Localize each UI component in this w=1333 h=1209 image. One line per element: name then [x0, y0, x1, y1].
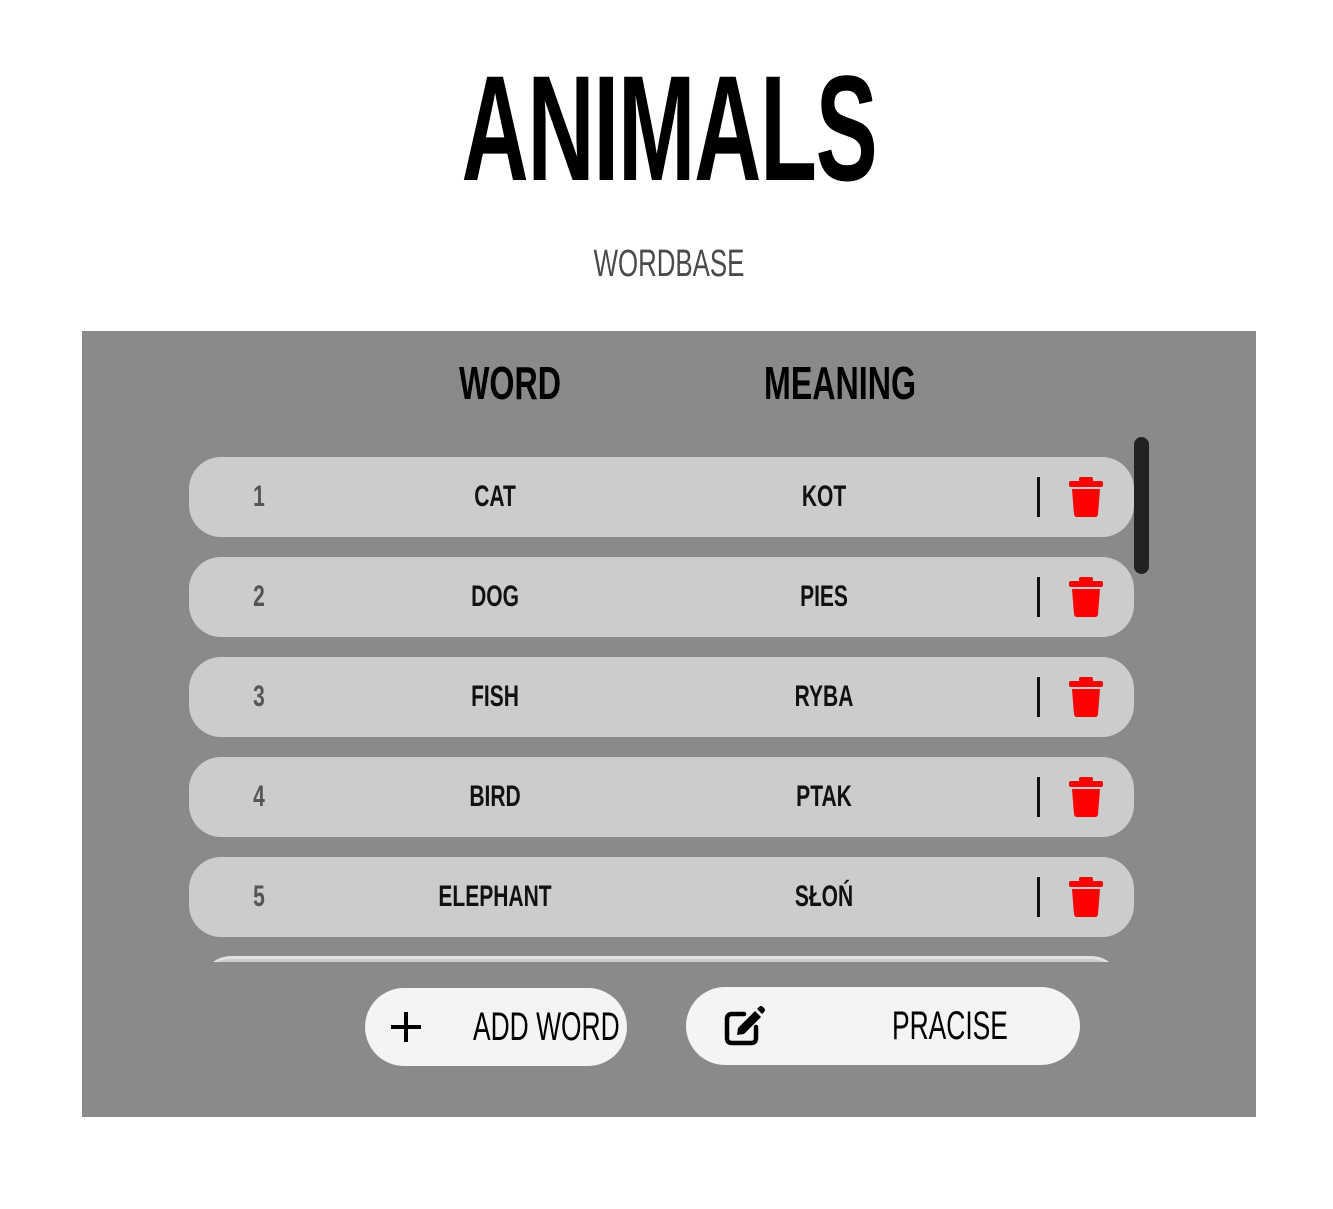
trash-icon[interactable]: [1069, 877, 1103, 917]
add-word-label: ADD WORD: [473, 1005, 620, 1049]
word-list[interactable]: 1 CAT KOT 2 DOG PIES 3 FISH RYBA 4 BIRD …: [189, 457, 1134, 962]
row-word: ELEPHANT: [438, 880, 552, 913]
list-scrollbar[interactable]: [1134, 437, 1149, 574]
practise-button[interactable]: PRACISE: [686, 987, 1080, 1065]
row-number: 5: [253, 880, 265, 913]
practise-label: PRACISE: [892, 1004, 1008, 1048]
list-item[interactable]: 2 DOG PIES: [189, 557, 1134, 637]
page-title: ANIMALS: [461, 44, 878, 212]
list-item[interactable]: 5 ELEPHANT SŁOŃ: [189, 857, 1134, 937]
row-divider: [1037, 677, 1040, 717]
row-meaning: PIES: [800, 580, 848, 613]
row-divider: [1037, 777, 1040, 817]
list-item[interactable]: 3 FISH RYBA: [189, 657, 1134, 737]
row-number: 4: [253, 780, 265, 813]
trash-icon[interactable]: [1069, 677, 1103, 717]
row-meaning: PTAK: [796, 780, 852, 813]
edit-icon: [724, 1006, 765, 1046]
row-word: DOG: [471, 580, 519, 613]
trash-icon[interactable]: [1069, 477, 1103, 517]
row-divider: [1037, 477, 1040, 517]
list-item[interactable]: 4 BIRD PTAK: [189, 757, 1134, 837]
row-divider: [1037, 577, 1040, 617]
row-number: 2: [253, 580, 265, 613]
row-meaning: KOT: [801, 480, 847, 513]
add-word-button[interactable]: ADD WORD: [365, 988, 627, 1066]
row-divider: [1037, 877, 1040, 917]
plus-icon: [391, 1012, 421, 1042]
row-word: BIRD: [469, 780, 521, 813]
app-page: ANIMALS WORDBASE WORD MEANING 1 CAT KOT …: [0, 0, 1333, 1209]
row-meaning: RYBA: [794, 680, 854, 713]
column-header-meaning: MEANING: [764, 357, 917, 409]
page-subtitle: WORDBASE: [593, 243, 745, 285]
list-item[interactable]: 1 CAT KOT: [189, 457, 1134, 537]
row-word: CAT: [474, 480, 516, 513]
row-number: 1: [253, 480, 265, 513]
row-meaning: SŁOŃ: [794, 880, 854, 913]
list-item-partial: [201, 956, 1121, 962]
trash-icon[interactable]: [1069, 577, 1103, 617]
column-header-word: WORD: [459, 357, 561, 409]
trash-icon[interactable]: [1069, 777, 1103, 817]
row-word: FISH: [471, 680, 519, 713]
row-number: 3: [253, 680, 265, 713]
